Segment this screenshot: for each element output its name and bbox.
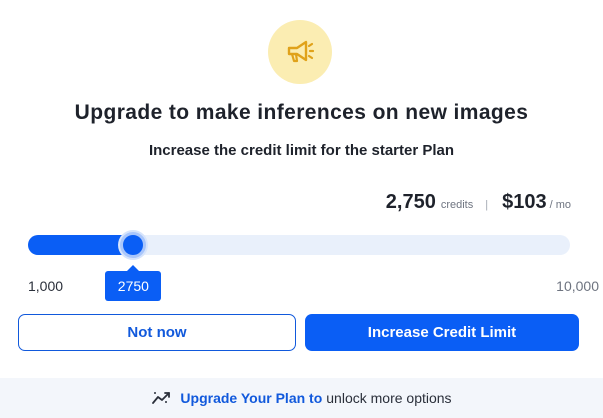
megaphone-icon [287,40,315,63]
credits-unit: credits [440,199,474,211]
slider-max-label: 10,000 [556,278,599,294]
increase-credit-limit-button[interactable]: Increase Credit Limit [305,314,579,351]
credit-slider-fill [28,235,134,255]
chart-trend-icon [151,390,171,406]
upgrade-dialog: Upgrade to make inferences on new images… [0,0,603,418]
price-value: $103 [502,191,547,213]
dialog-title: Upgrade to make inferences on new images [74,101,529,124]
pricing-summary: 2,750 credits | $103 / mo [386,191,571,221]
dialog-subtitle: Increase the credit limit for the starte… [148,142,455,159]
upgrade-plan-link[interactable]: Upgrade Your Plan to [180,390,322,406]
footer-text: unlock more options [326,390,452,406]
slider-value-tooltip: 2750 [105,265,162,301]
slider-min-label: 1,000 [28,278,64,294]
upgrade-footer: Upgrade Your Plan to unlock more options [0,378,603,418]
not-now-button[interactable]: Not now [18,314,296,351]
megaphone-icon-badge [268,20,332,84]
credit-slider-thumb[interactable] [120,232,147,258]
credits-value: 2,750 [385,191,436,213]
price-unit: / mo [549,199,571,211]
pricing-separator: | [485,199,489,211]
credit-slider-track[interactable] [28,232,570,258]
